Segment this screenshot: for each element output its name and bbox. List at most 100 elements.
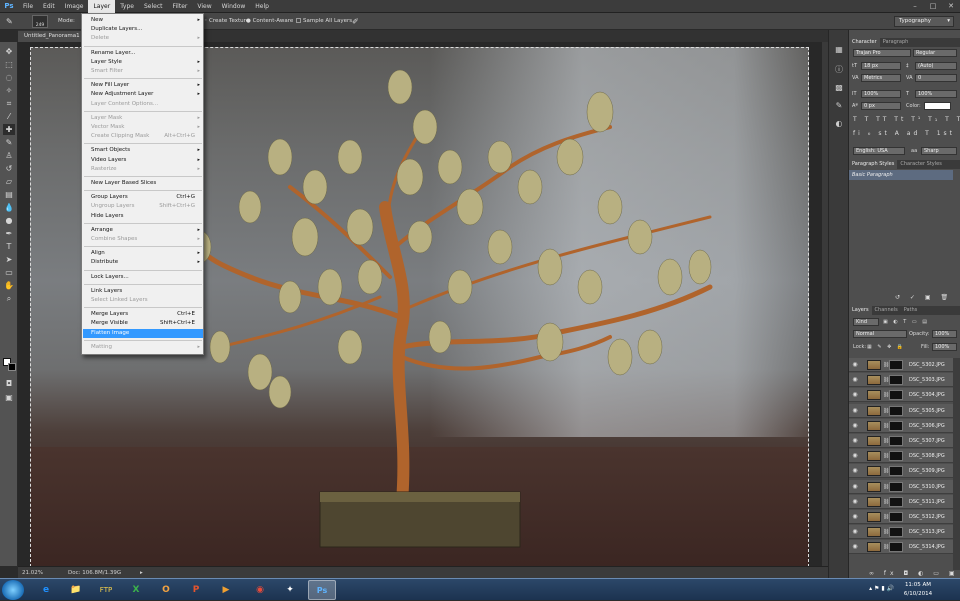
layer-row[interactable]: ◉ ⛓ DSC_5304.JPG [849,388,953,403]
layer-menu-item[interactable]: Distribute ▸ [83,258,203,267]
lock-buttons[interactable]: ▦ ✎ ✥ 🔒 [867,343,905,351]
healing-brush-tool-icon[interactable]: ✚ [3,124,15,135]
tracking-field[interactable]: 0 [915,74,957,82]
sample-all-layers-checkbox[interactable]: Sample All Layers [296,16,352,27]
language-select[interactable]: English: USA [853,147,905,155]
chrome-icon[interactable]: ◉ [246,580,274,600]
layer-mask-thumbnail[interactable] [889,451,903,462]
layer-row[interactable]: ◉ ⛓ DSC_5306.JPG [849,418,953,433]
layer-mask-thumbnail[interactable] [889,542,903,553]
app-icon[interactable]: ✦ [276,580,304,600]
hand-tool-icon[interactable]: ✋ [3,280,15,291]
layer-row[interactable]: ◉ ⛓ DSC_5305.JPG [849,403,953,418]
layer-mask-thumbnail[interactable] [889,405,903,416]
dodge-tool-icon[interactable]: ● [3,215,15,226]
menu-image[interactable]: Image [60,0,89,13]
layer-menu-item[interactable]: Smart Objects ▸ [83,146,203,155]
antialias-select[interactable]: Sharp [921,147,957,155]
menu-type[interactable]: Type [115,0,139,13]
file-explorer-icon[interactable]: 📁 [62,580,90,600]
font-family-select[interactable]: Trajan Pro [853,49,911,57]
layer-row[interactable]: ◉ ⛓ DSC_5303.JPG [849,373,953,388]
zoom-level[interactable]: 21.02% [22,568,43,578]
layer-menu-item[interactable]: Arrange ▸ [83,226,203,235]
content-aware-option[interactable]: ● Content-Aware [246,16,293,27]
layer-row[interactable]: ◉ ⛓ DSC_5313.JPG [849,525,953,540]
font-size-field[interactable]: 18 px [861,62,901,70]
outlook-icon[interactable]: O [152,580,180,600]
style-panel-buttons[interactable]: ↺ ✓ ▣ 🗑 [895,294,952,302]
screen-mode-icon[interactable]: ▣ [3,392,15,403]
blend-mode-select[interactable]: Normal [853,330,907,338]
layer-filter-select[interactable]: Kind [853,318,879,326]
layer-menu-item[interactable]: New Layer Based Slices [83,179,203,188]
horizontal-scale-field[interactable]: 100% [915,90,957,98]
menu-filter[interactable]: Filter [168,0,193,13]
tab-paragraph-styles[interactable]: Paragraph Styles [849,160,898,169]
tab-layers[interactable]: Layers [849,306,872,315]
maximize-button[interactable]: □ [924,0,942,13]
history-icon[interactable]: ▦ [833,44,845,56]
tab-paragraph[interactable]: Paragraph [880,38,912,47]
layer-row[interactable]: ◉ ⛓ DSC_5302.JPG [849,358,953,372]
layer-mask-thumbnail[interactable] [889,375,903,386]
layer-row[interactable]: ◉ ⛓ DSC_5314.JPG [849,540,953,555]
excel-icon[interactable]: X [122,580,150,600]
eye-icon[interactable]: ◉ [851,376,859,384]
layer-row[interactable]: ◉ ⛓ DSC_5309.JPG [849,464,953,479]
layer-menu-item[interactable]: Link Layers [83,287,203,296]
workspace-select[interactable]: Typography ▾ [894,16,954,27]
layer-menu-item[interactable]: Align ▸ [83,249,203,258]
marquee-tool-icon[interactable]: ⬚ [3,59,15,70]
paragraph-style-item[interactable]: Basic Paragraph [849,170,953,180]
tab-character-styles[interactable]: Character Styles [897,160,944,169]
info-icon[interactable]: ⓘ [833,64,845,76]
blur-tool-icon[interactable]: 💧 [3,202,15,213]
layer-menu-item[interactable]: New Adjustment Layer ▸ [83,90,203,99]
eye-icon[interactable]: ◉ [851,483,859,491]
layer-row[interactable]: ◉ ⛓ DSC_5307.JPG [849,434,953,448]
layer-menu-item[interactable]: Rename Layer... [83,49,203,58]
shape-tool-icon[interactable]: ▭ [3,267,15,278]
eye-icon[interactable]: ◉ [851,513,859,521]
eye-icon[interactable]: ◉ [851,422,859,430]
eye-icon[interactable]: ◉ [851,528,859,536]
eye-icon[interactable]: ◉ [851,543,859,551]
move-tool-icon[interactable]: ✥ [3,46,15,57]
eraser-tool-icon[interactable]: ▱ [3,176,15,187]
opacity-field[interactable]: 100% [932,330,957,338]
layer-menu-item[interactable]: Hide Layers [83,212,203,221]
layer-row[interactable]: ◉ ⛓ DSC_5311.JPG [849,494,953,509]
layer-row[interactable]: ◉ ⛓ DSC_5312.JPG [849,510,953,524]
tab-paths[interactable]: Paths [901,306,921,315]
layer-menu-item[interactable]: New Fill Layer ▸ [83,81,203,90]
vertical-scale-field[interactable]: 100% [861,90,901,98]
quick-select-tool-icon[interactable]: ✧ [3,85,15,96]
layer-row[interactable]: ◉ ⛓ DSC_5310.JPG [849,479,953,494]
menu-select[interactable]: Select [139,0,168,13]
tab-channels[interactable]: Channels [872,306,901,315]
lasso-tool-icon[interactable]: ◌ [3,72,15,83]
start-button[interactable] [2,580,24,600]
fill-field[interactable]: 100% [932,343,957,351]
layers-scrollbar[interactable] [953,358,960,570]
background-color-swatch[interactable] [8,363,16,371]
taskbar-clock[interactable]: 11:05 AM 6/10/2014 [898,581,938,599]
healing-brush-icon[interactable]: ✎ [6,16,13,27]
font-style-select[interactable]: Regular [913,49,957,57]
pen-tool-icon[interactable]: ✒ [3,228,15,239]
layer-mask-thumbnail[interactable] [889,360,903,370]
layer-menu-item[interactable]: Flatten Image [83,328,203,338]
create-texture-option[interactable]: ◦ Create Texture [204,16,249,27]
text-color-swatch[interactable] [924,102,951,110]
menu-help[interactable]: Help [250,0,274,13]
close-button[interactable]: ✕ [942,0,960,13]
layer-menu-item[interactable]: Merge Layers Ctrl+E [83,310,203,319]
ftp-app-icon[interactable]: FTP [92,580,120,600]
system-tray-icons[interactable]: ▴ ⚑ ▮ 🔊 [869,585,894,592]
layer-menu-item[interactable]: Layer Style ▸ [83,58,203,67]
text-style-buttons[interactable]: T T TT Tt T¹ T₁ T T [853,116,960,124]
brush-tool-icon[interactable]: ✎ [3,137,15,148]
pressure-icon[interactable]: ✐ [352,16,359,27]
brush-panel-icon[interactable]: ✎ [833,100,845,112]
